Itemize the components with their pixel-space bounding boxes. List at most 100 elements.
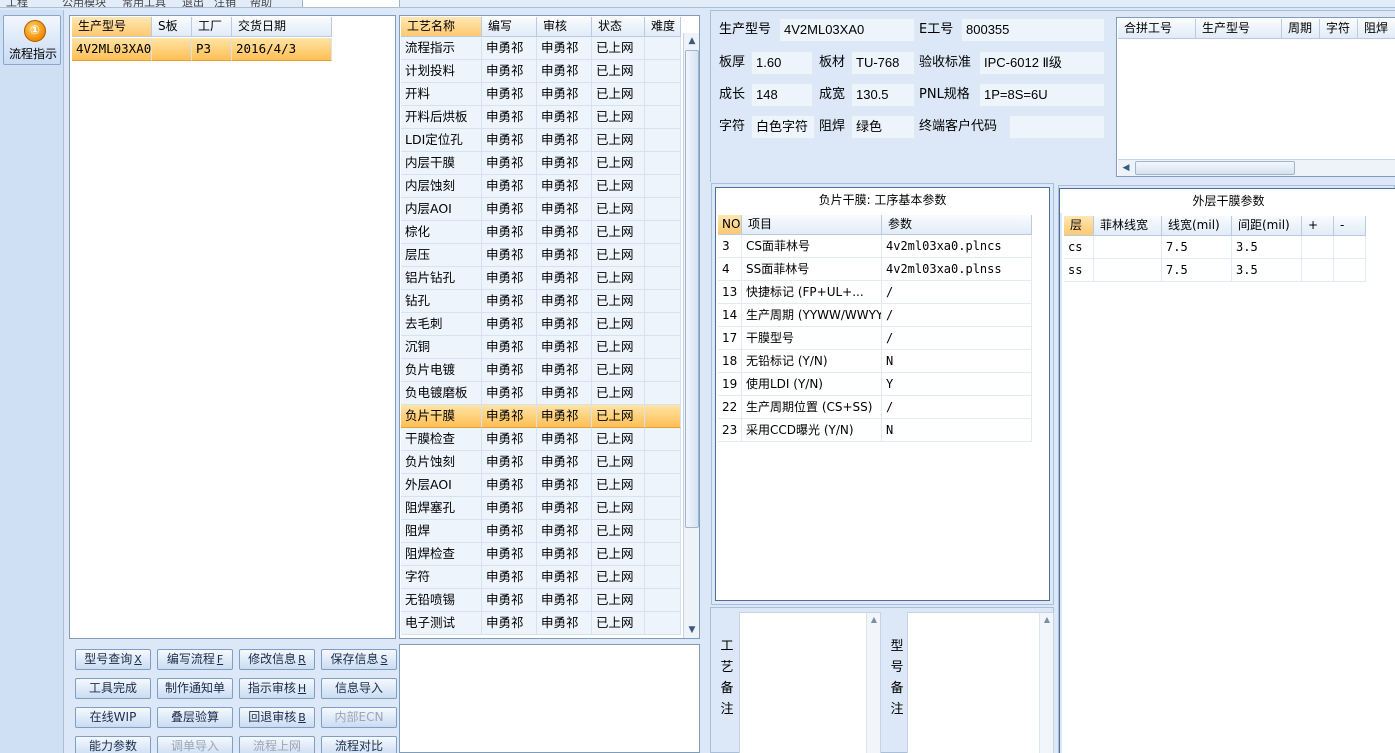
neg-header-param[interactable]: 参数	[882, 215, 1032, 235]
process-row[interactable]: 字符 申勇祁 申勇祁 已上网	[401, 566, 681, 589]
scroll-up-icon[interactable]: ▲	[684, 33, 699, 49]
outer-header-width[interactable]: 线宽(mil)	[1162, 216, 1232, 236]
orders-header-sboard[interactable]: S板	[152, 17, 192, 37]
scroll-up-icon[interactable]: ▲	[1040, 615, 1054, 624]
menubar-input[interactable]	[302, 0, 400, 7]
process-row[interactable]: 钻孔 申勇祁 申勇祁 已上网	[401, 290, 681, 313]
action-button[interactable]: 制作通知单	[157, 678, 233, 699]
process-row[interactable]: 层压 申勇祁 申勇祁 已上网	[401, 244, 681, 267]
process-scrollbar[interactable]: ▲ ▼	[683, 33, 699, 638]
outer-film-row[interactable]: ss 7.5 3.5	[1064, 259, 1366, 282]
outer-film-cell-action[interactable]	[1334, 259, 1366, 282]
menu-item[interactable]: 退出	[182, 0, 204, 7]
action-button[interactable]: 内部ECN	[321, 707, 397, 728]
scroll-down-icon[interactable]: ▼	[684, 622, 699, 638]
action-button[interactable]: 信息导入	[321, 678, 397, 699]
process-row[interactable]: 负片电镀 申勇祁 申勇祁 已上网	[401, 359, 681, 382]
action-button[interactable]: 叠层验算	[157, 707, 233, 728]
merge-hscrollbar[interactable]: ◀	[1118, 159, 1395, 176]
menu-item[interactable]: 常用工具	[122, 0, 166, 7]
neg-film-row[interactable]: 23 采用CCD曝光 (Y/N) N	[718, 419, 1032, 442]
scroll-left-icon[interactable]: ◀	[1118, 160, 1134, 176]
ework-field[interactable]: 800355	[961, 18, 1105, 42]
outer-header-film-width[interactable]: 菲林线宽	[1094, 216, 1162, 236]
orders-header-date[interactable]: 交货日期	[232, 17, 332, 37]
process-row[interactable]: 开料后烘板 申勇祁 申勇祁 已上网	[401, 106, 681, 129]
neg-film-row[interactable]: 3 CS面菲林号 4v2ml03xa0.plncs	[718, 235, 1032, 258]
outer-film-cell-action[interactable]	[1334, 236, 1366, 259]
outer-film-row[interactable]: cs 7.5 3.5	[1064, 236, 1366, 259]
neg-film-row[interactable]: 19 使用LDI (Y/N) Y	[718, 373, 1032, 396]
action-button[interactable]: 保存信息 S	[321, 649, 397, 670]
process-row[interactable]: 阻焊 申勇祁 申勇祁 已上网	[401, 520, 681, 543]
merge-header-model[interactable]: 生产型号	[1196, 19, 1282, 39]
mask-field[interactable]: 绿色	[851, 115, 915, 139]
process-row[interactable]: 阻焊塞孔 申勇祁 申勇祁 已上网	[401, 497, 681, 520]
process-row[interactable]: 去毛刺 申勇祁 申勇祁 已上网	[401, 313, 681, 336]
process-row[interactable]: 内层AOI 申勇祁 申勇祁 已上网	[401, 198, 681, 221]
action-button[interactable]: 流程对比	[321, 736, 397, 753]
process-row[interactable]: 外层AOI 申勇祁 申勇祁 已上网	[401, 474, 681, 497]
process-row[interactable]: 计划投料 申勇祁 申勇祁 已上网	[401, 60, 681, 83]
standard-field[interactable]: IPC-6012 Ⅱ级	[979, 51, 1105, 75]
process-row[interactable]: 负片蚀刻 申勇祁 申勇祁 已上网	[401, 451, 681, 474]
width-field[interactable]: 130.5	[851, 83, 915, 107]
process-row[interactable]: 干膜检查 申勇祁 申勇祁 已上网	[401, 428, 681, 451]
model-remark-textarea[interactable]: ▲	[907, 612, 1054, 753]
model-field[interactable]: 4V2ML03XA0	[779, 18, 915, 42]
outer-header-plus[interactable]: +	[1302, 216, 1334, 236]
process-header-name[interactable]: 工艺名称	[401, 17, 482, 37]
process-row[interactable]: 内层干膜 申勇祁 申勇祁 已上网	[401, 152, 681, 175]
merge-header-job[interactable]: 合拼工号	[1118, 19, 1196, 39]
char-field[interactable]: 白色字符	[751, 115, 815, 139]
process-header-difficulty[interactable]: 难度	[645, 17, 681, 37]
neg-film-row[interactable]: 18 无铅标记 (Y/N) N	[718, 350, 1032, 373]
outer-header-layer[interactable]: 层	[1064, 216, 1094, 236]
process-row[interactable]: 无铅喷锡 申勇祁 申勇祁 已上网	[401, 589, 681, 612]
orders-row[interactable]: 4V2ML03XA0 P3 2016/4/3	[72, 38, 332, 61]
neg-film-row[interactable]: 13 快捷标记 (FP+UL+... /	[718, 281, 1032, 304]
process-row[interactable]: LDI定位孔 申勇祁 申勇祁 已上网	[401, 129, 681, 152]
process-row[interactable]: 阻焊检查 申勇祁 申勇祁 已上网	[401, 543, 681, 566]
process-row[interactable]: 内层蚀刻 申勇祁 申勇祁 已上网	[401, 175, 681, 198]
action-button[interactable]: 调单导入	[157, 736, 233, 753]
menu-item[interactable]: 工程	[6, 0, 28, 7]
customer-field[interactable]	[1009, 115, 1105, 139]
action-button[interactable]: 修改信息 R	[239, 649, 315, 670]
thickness-field[interactable]: 1.60	[751, 51, 813, 75]
process-remark-textarea[interactable]: ▲	[739, 612, 881, 753]
neg-film-row[interactable]: 22 生产周期位置 (CS+SS) /	[718, 396, 1032, 419]
scroll-thumb[interactable]	[1135, 161, 1295, 175]
flow-instruction-button[interactable]: ① 流程指示	[3, 15, 61, 65]
neg-header-no[interactable]: NO	[718, 215, 742, 235]
process-row[interactable]: 开料 申勇祁 申勇祁 已上网	[401, 83, 681, 106]
process-row[interactable]: 负电镀磨板 申勇祁 申勇祁 已上网	[401, 382, 681, 405]
remark-scrollbar[interactable]: ▲	[1039, 613, 1053, 753]
orders-header-factory[interactable]: 工厂	[192, 17, 232, 37]
outer-film-cell-action[interactable]	[1302, 259, 1334, 282]
neg-film-row[interactable]: 14 生产周期 (YYWW/WWYY) /	[718, 304, 1032, 327]
remark-scrollbar[interactable]: ▲	[866, 613, 880, 753]
process-header-writer[interactable]: 编写	[482, 17, 537, 37]
action-button[interactable]: 工具完成	[75, 678, 151, 699]
menu-item[interactable]: 帮助	[250, 0, 272, 7]
process-row[interactable]: 负片干膜 申勇祁 申勇祁 已上网	[401, 405, 681, 428]
merge-header-mask[interactable]: 阻焊	[1358, 19, 1395, 39]
material-field[interactable]: TU-768	[851, 51, 915, 75]
menu-item[interactable]: 公用模块	[62, 0, 106, 7]
action-button[interactable]: 在线WIP	[75, 707, 151, 728]
pnl-field[interactable]: 1P=8S=6U	[979, 83, 1105, 107]
action-button[interactable]: 指示审核 H	[239, 678, 315, 699]
orders-header-model[interactable]: 生产型号	[72, 17, 152, 37]
process-header-status[interactable]: 状态	[592, 17, 645, 37]
merge-header-char[interactable]: 字符	[1320, 19, 1358, 39]
process-row[interactable]: 沉铜 申勇祁 申勇祁 已上网	[401, 336, 681, 359]
action-button[interactable]: 流程上网	[239, 736, 315, 753]
process-row[interactable]: 铝片钻孔 申勇祁 申勇祁 已上网	[401, 267, 681, 290]
outer-header-minus[interactable]: -	[1334, 216, 1366, 236]
neg-film-row[interactable]: 4 SS面菲林号 4v2ml03xa0.plnss	[718, 258, 1032, 281]
merge-header-period[interactable]: 周期	[1282, 19, 1320, 39]
process-row[interactable]: 流程指示 申勇祁 申勇祁 已上网	[401, 37, 681, 60]
scroll-thumb[interactable]	[685, 50, 699, 528]
process-header-reviewer[interactable]: 审核	[537, 17, 592, 37]
